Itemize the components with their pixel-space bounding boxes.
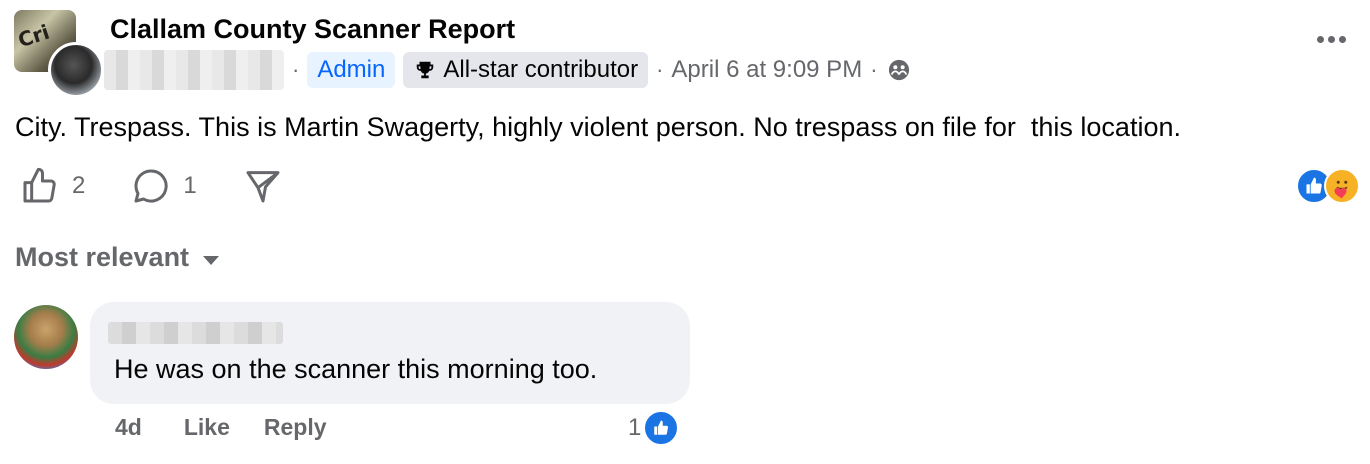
group-name-link[interactable]: Clallam County Scanner Report [110, 14, 515, 45]
comment-text: He was on the scanner this morning too. [114, 354, 598, 384]
sort-label: Most relevant [15, 242, 190, 272]
post-text: City. Trespass. This is Martin Swagerty,… [15, 112, 1181, 142]
post-meta: · Admin All-star contributor · April 6 a… [104, 50, 910, 90]
post-actions: 2 1 [20, 166, 329, 206]
like-button[interactable]: 2 [20, 166, 85, 206]
badge-label: All-star contributor [443, 56, 639, 83]
commenter-avatar[interactable] [14, 305, 78, 369]
care-reaction-icon [1324, 168, 1360, 204]
like-count: 2 [72, 172, 86, 199]
admin-badge[interactable]: Admin [307, 52, 396, 88]
all-star-contributor-badge[interactable]: All-star contributor [403, 52, 649, 88]
commenter-name-redacted[interactable] [108, 322, 283, 344]
comment-age[interactable]: 4d [115, 414, 142, 441]
comment-button[interactable]: 1 [131, 166, 197, 206]
comment-reaction-count: 1 [628, 414, 642, 441]
more-options-icon[interactable] [1317, 36, 1346, 43]
like-reaction-icon [643, 410, 680, 446]
share-icon [246, 171, 280, 203]
separator: · [656, 57, 664, 82]
comment-bubble: He was on the scanner this morning too. [90, 302, 690, 404]
thumbs-up-icon [23, 167, 56, 203]
comment-reactions[interactable]: 1 [628, 410, 680, 446]
post-avatar[interactable] [14, 10, 104, 98]
comment-reply-button[interactable]: Reply [264, 414, 327, 441]
separator: · [292, 57, 300, 82]
comment-actions: 4d Like Reply [115, 414, 327, 441]
trophy-icon [413, 58, 437, 82]
comment-like-button[interactable]: Like [184, 414, 230, 441]
group-icon [888, 59, 910, 81]
share-button[interactable] [243, 166, 283, 206]
comment-count: 1 [183, 172, 197, 199]
separator: · [870, 57, 878, 82]
comment-sort-dropdown[interactable]: Most relevant [15, 242, 220, 273]
author-profile-picture[interactable] [48, 42, 104, 98]
comment-icon [134, 169, 168, 203]
post-timestamp[interactable]: April 6 at 9:09 PM [671, 56, 862, 84]
caret-down-icon [203, 256, 220, 265]
reaction-summary[interactable] [1296, 168, 1362, 204]
author-name-redacted[interactable] [104, 50, 284, 90]
